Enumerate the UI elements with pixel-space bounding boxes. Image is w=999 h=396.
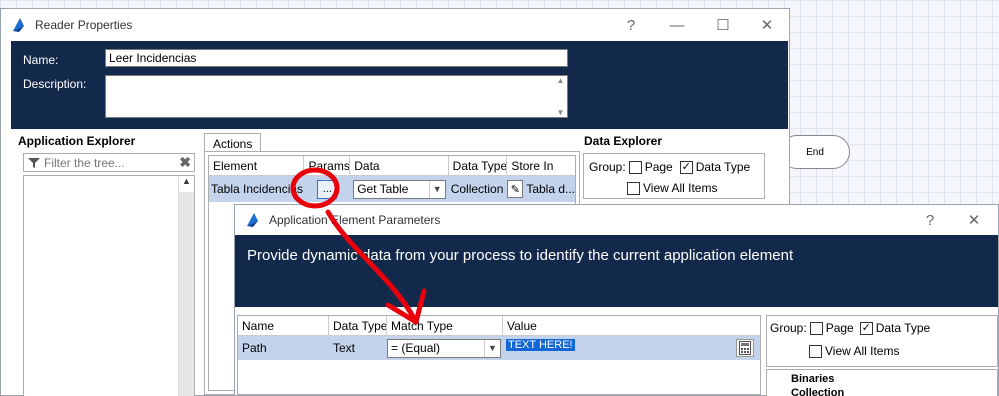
close-button[interactable]: ✕ <box>744 9 790 41</box>
param-datatype-label: Data Type <box>875 321 931 335</box>
param-grid-header: Name Data Type Match Type Value <box>238 316 760 336</box>
description-scrollbar[interactable]: ▲ ▼ <box>554 76 567 117</box>
match-type-combo[interactable]: = (Equal) ▼ <box>387 338 501 358</box>
param-row-name: Path <box>242 341 267 355</box>
app-explorer-tree[interactable]: ▲ <box>23 175 195 396</box>
filter-icon <box>28 157 40 168</box>
param-header: Provide dynamic data from your process t… <box>235 235 998 307</box>
filter-input[interactable] <box>44 155 174 170</box>
param-help-button[interactable]: ? <box>907 205 953 235</box>
param-header-text: Provide dynamic data from your process t… <box>247 247 794 264</box>
view-all-row: View All Items <box>627 181 717 195</box>
blueprism-logo-icon <box>13 18 24 32</box>
tree-item-binaries[interactable]: Binaries <box>767 370 997 385</box>
param-group-row: Group: Page ✓ Data Type <box>770 321 930 335</box>
page-label: Page <box>644 160 673 174</box>
data-explorer-title: Data Explorer <box>584 134 663 148</box>
scroll-up-icon[interactable]: ▲ <box>179 176 194 192</box>
filter-box: ✖ <box>23 153 195 172</box>
col-data: Data <box>350 156 449 175</box>
col-data-type: Data Type <box>449 156 508 175</box>
description-input[interactable] <box>105 75 568 118</box>
match-type-value: = (Equal) <box>391 341 441 355</box>
end-stage[interactable]: End <box>780 135 850 169</box>
param-group-box: Group: Page ✓ Data Type View All Items <box>766 315 998 367</box>
end-stage-label: End <box>806 146 824 158</box>
param-dialog-titlebar: Application Element Parameters <box>235 205 998 235</box>
col-store-in: Store In <box>511 159 554 173</box>
calculator-glyph-icon <box>739 341 751 355</box>
col-name: Name <box>238 316 329 335</box>
scroll-up-icon: ▲ <box>556 76 565 85</box>
view-all-checkbox[interactable] <box>627 181 640 195</box>
dialog-title: Reader Properties <box>35 18 133 32</box>
group-label: Group: <box>589 160 626 174</box>
view-all-label: View All Items <box>643 181 718 195</box>
params-button[interactable]: ... <box>317 179 338 199</box>
param-dialog-title: Application Element Parameters <box>269 213 441 227</box>
param-group-label: Group: <box>770 321 807 335</box>
element-parameters-dialog: Application Element Parameters ? ✕ Provi… <box>234 204 999 396</box>
param-row-data-type: Text <box>333 341 356 355</box>
value-input[interactable]: TEXT HERE! <box>506 339 575 351</box>
chevron-down-icon: ▼ <box>428 180 445 198</box>
chevron-down-icon: ▼ <box>484 339 500 357</box>
maximize-button[interactable]: ☐ <box>700 9 746 41</box>
clear-filter-icon[interactable]: ✖ <box>179 154 191 171</box>
param-page-checkbox[interactable] <box>809 321 823 335</box>
actions-grid-header: Element Params Data Data Type Store In <box>209 156 575 176</box>
data-combo[interactable]: Get Table ▼ <box>353 179 446 199</box>
datatype-checkbox[interactable]: ✓ <box>679 160 693 174</box>
col-data-type: Data Type <box>329 316 387 335</box>
data-combo-value: Get Table <box>357 182 409 196</box>
col-match-type: Match Type <box>387 316 503 335</box>
help-button[interactable]: ? <box>608 9 654 41</box>
datatype-label: Data Type <box>695 160 751 174</box>
row-element: Tabla Incidencias <box>211 182 304 196</box>
name-label: Name: <box>23 53 59 67</box>
param-datatype-checkbox[interactable]: ✓ <box>859 321 873 335</box>
table-row[interactable]: Tabla Incidencias ... Get Table ▼ Collect… <box>209 176 575 202</box>
col-element: Element <box>209 156 305 175</box>
blueprism-logo-icon <box>247 213 258 227</box>
calculator-icon[interactable] <box>736 339 754 357</box>
param-view-all-row: View All Items <box>809 344 899 358</box>
minimize-button[interactable]: — <box>654 9 700 41</box>
param-data-tree[interactable]: Binaries Collection <box>766 369 998 396</box>
properties-header: Name: Leer Incidencias Description: ▲ ▼ <box>11 41 788 129</box>
table-row[interactable]: Path Text = (Equal) ▼ TEXT HERE! <box>238 336 760 360</box>
param-page-label: Page <box>825 321 854 335</box>
store-in-pencil-icon[interactable]: ✎ <box>507 180 524 198</box>
tree-scrollbar[interactable]: ▲ <box>178 176 194 396</box>
param-view-all-checkbox[interactable] <box>809 344 822 358</box>
app-explorer-title: Application Explorer <box>18 134 136 148</box>
group-row: Group: Page ✓ Data Type <box>589 160 750 174</box>
name-input[interactable]: Leer Incidencias <box>105 49 568 67</box>
col-value: Value <box>507 319 537 333</box>
param-close-button[interactable]: ✕ <box>951 205 997 235</box>
col-params: Params <box>304 156 351 175</box>
row-data-type: Collection <box>450 182 504 196</box>
page-checkbox[interactable] <box>628 160 642 174</box>
description-label: Description: <box>23 77 87 91</box>
param-view-all-label: View All Items <box>825 344 900 358</box>
data-explorer-group-box: Group: Page ✓ Data Type View All Items <box>583 153 765 199</box>
param-grid: Name Data Type Match Type Value Path Tex… <box>237 315 761 395</box>
row-store-in: Tabla d... <box>526 182 576 196</box>
scroll-down-icon: ▼ <box>556 108 565 117</box>
tree-item-collection[interactable]: Collection <box>767 385 997 396</box>
